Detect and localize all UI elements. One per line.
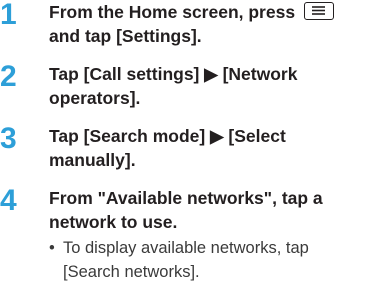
- step-number: 1: [0, 0, 17, 31]
- note-line-2: [Search networks].: [63, 263, 200, 281]
- step-text: Tap [Search mode] ▶ [Select manually].: [49, 126, 286, 170]
- step-number: 4: [0, 184, 17, 217]
- bullet: •: [49, 239, 55, 257]
- step-text: From "Available networks", tap a network…: [49, 188, 323, 232]
- step-text-after-icon: and tap [Settings].: [49, 26, 202, 46]
- step-text: From the Home screen, press and tap [Set…: [49, 0, 374, 48]
- step-number: 2: [0, 60, 17, 93]
- step-text: Tap [Call settings] ▶ [Network operators…: [49, 64, 298, 108]
- step-text-before-icon: From the Home screen, press: [49, 2, 296, 22]
- step-number: 3: [0, 122, 17, 155]
- step-note: • To display available networks, tap [Sea…: [49, 236, 374, 284]
- note-line-1: To display available networks, tap: [63, 239, 309, 257]
- menu-key-icon: [303, 2, 334, 21]
